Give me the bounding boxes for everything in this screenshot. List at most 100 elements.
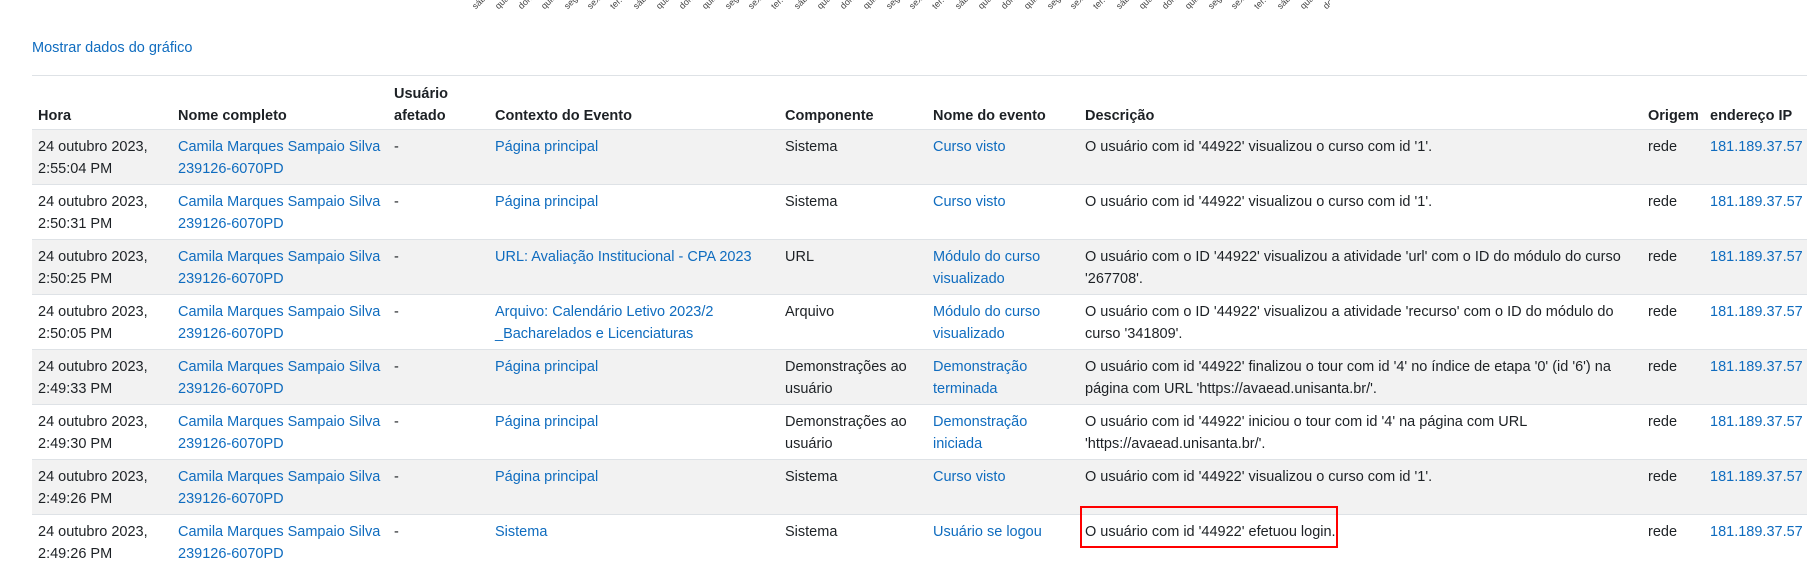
cell-nome-completo-link[interactable]: Camila Marques Sampaio Silva 239126-6070… bbox=[178, 139, 380, 177]
cell-hora: 24 outubro 2023, 2:50:31 PM bbox=[32, 184, 172, 240]
cell-nome-completo-link[interactable]: Camila Marques Sampaio Silva 239126-6070… bbox=[178, 524, 380, 562]
cell-ip-link[interactable]: 181.189.37.57 bbox=[1710, 139, 1803, 155]
axis-tick-label: seg. bbox=[723, 0, 743, 12]
cell-contexto-link[interactable]: Arquivo: Calendário Letivo 2023/2 _Bacha… bbox=[495, 304, 713, 342]
cell-hora: 24 outubro 2023, 2:55:04 PM bbox=[32, 129, 172, 185]
axis-tick-label: sáb. 2 bbox=[631, 0, 655, 11]
cell-descricao: O usuário com id '44922' finalizou o tou… bbox=[1079, 349, 1642, 405]
cell-usuario-afetado: - bbox=[388, 459, 489, 515]
cell-nome-completo-link[interactable]: Camila Marques Sampaio Silva 239126-6070… bbox=[178, 359, 380, 397]
header-contexto[interactable]: Contexto do Evento bbox=[489, 75, 779, 130]
cell-nome-evento-link[interactable]: Demonstração iniciada bbox=[933, 414, 1027, 452]
axis-tick-label: qua. bbox=[1298, 0, 1318, 12]
cell-contexto-link[interactable]: Página principal bbox=[495, 469, 598, 485]
header-nome-completo[interactable]: Nome completo bbox=[172, 75, 388, 130]
axis-tick-label: ter. 1 bbox=[930, 0, 952, 12]
cell-usuario-afetado: - bbox=[388, 404, 489, 460]
header-descricao[interactable]: Descrição bbox=[1079, 75, 1642, 130]
cell-nome-completo-link[interactable]: Camila Marques Sampaio Silva 239126-6070… bbox=[178, 469, 380, 507]
cell-nome-completo-link[interactable]: Camila Marques Sampaio Silva 239126-6070… bbox=[178, 194, 380, 232]
axis-tick-label: sáb. 2 bbox=[470, 0, 494, 11]
cell-ip-link[interactable]: 181.189.37.57 bbox=[1710, 469, 1803, 485]
cell-contexto-link[interactable]: Página principal bbox=[495, 139, 598, 155]
table-row: 24 outubro 2023, 2:50:05 PM Camila Marque… bbox=[32, 294, 1807, 350]
cell-ip-link[interactable]: 181.189.37.57 bbox=[1710, 414, 1803, 430]
cell-ip-link[interactable]: 181.189.37.57 bbox=[1710, 524, 1803, 540]
axis-tick-label: sex. 1 bbox=[907, 0, 931, 11]
cell-componente: Demonstrações ao usuário bbox=[779, 404, 927, 460]
cell-contexto-link[interactable]: Página principal bbox=[495, 194, 598, 210]
cell-contexto-link[interactable]: Página principal bbox=[495, 359, 598, 375]
axis-tick-label: sex. bbox=[746, 0, 765, 12]
header-hora[interactable]: Hora bbox=[32, 75, 172, 130]
axis-tick-label: qui. bbox=[539, 0, 557, 12]
cell-ip-cell: 181.189.37.57 bbox=[1704, 404, 1807, 460]
cell-nome-evento-link[interactable]: Módulo do curso visualizado bbox=[933, 249, 1040, 287]
cell-descricao: O usuário com o ID '44922' visualizou a … bbox=[1079, 294, 1642, 350]
cell-nome-evento-cell: Curso visto bbox=[927, 129, 1079, 185]
cell-origem: rede bbox=[1642, 404, 1704, 460]
cell-ip-cell: 181.189.37.57 bbox=[1704, 459, 1807, 515]
cell-usuario-afetado: - bbox=[388, 294, 489, 350]
cell-nome-evento-link[interactable]: Módulo do curso visualizado bbox=[933, 304, 1040, 342]
header-nome-evento[interactable]: Nome do evento bbox=[927, 75, 1079, 130]
axis-tick-label: seg. bbox=[884, 0, 904, 12]
cell-nome-completo-link[interactable]: Camila Marques Sampaio Silva 239126-6070… bbox=[178, 249, 380, 287]
cell-origem: rede bbox=[1642, 294, 1704, 350]
header-endereco-ip[interactable]: endereço IP bbox=[1704, 75, 1807, 130]
show-chart-data-link[interactable]: Mostrar dados do gráfico bbox=[32, 40, 192, 56]
cell-nome-completo-link[interactable]: Camila Marques Sampaio Silva 239126-6070… bbox=[178, 304, 380, 342]
axis-tick-label: dom. bbox=[1160, 0, 1182, 12]
cell-nome-evento-link[interactable]: Curso visto bbox=[933, 194, 1006, 210]
table-row: 24 outubro 2023, 2:50:25 PM Camila Marque… bbox=[32, 239, 1807, 295]
cell-ip-cell: 181.189.37.57 bbox=[1704, 239, 1807, 295]
cell-contexto-link[interactable]: Sistema bbox=[495, 524, 547, 540]
axis-tick-label: sáb. bbox=[1275, 0, 1295, 12]
axis-tick-label: seg. bbox=[562, 0, 582, 12]
header-componente[interactable]: Componente bbox=[779, 75, 927, 130]
cell-contexto-cell: URL: Avaliação Institucional - CPA 2023 bbox=[489, 239, 779, 295]
axis-tick-label: sex. bbox=[1068, 0, 1087, 12]
axis-tick-label: dom. bbox=[838, 0, 860, 12]
cell-hora: 24 outubro 2023, 2:50:25 PM bbox=[32, 239, 172, 295]
cell-nome-evento-link[interactable]: Usuário se logou bbox=[933, 524, 1042, 540]
cell-contexto-cell: Sistema bbox=[489, 514, 779, 570]
axis-tick-label: dom. 2 bbox=[999, 0, 1026, 11]
cell-nome-evento-link[interactable]: Demonstração terminada bbox=[933, 359, 1027, 397]
cell-ip-link[interactable]: 181.189.37.57 bbox=[1710, 359, 1803, 375]
cell-nome-completo-cell: Camila Marques Sampaio Silva 239126-6070… bbox=[172, 349, 388, 405]
cell-origem: rede bbox=[1642, 514, 1704, 570]
axis-tick-label: qua. 2 bbox=[654, 0, 679, 11]
cell-componente: Demonstrações ao usuário bbox=[779, 349, 927, 405]
cell-descricao: O usuário com id '44922' visualizou o cu… bbox=[1079, 459, 1642, 515]
cell-ip-link[interactable]: 181.189.37.57 bbox=[1710, 249, 1803, 265]
axis-tick-label: ter. bbox=[769, 0, 785, 12]
cell-nome-evento-link[interactable]: Curso visto bbox=[933, 469, 1006, 485]
cell-ip-link[interactable]: 181.189.37.57 bbox=[1710, 304, 1803, 320]
cell-componente: Sistema bbox=[779, 459, 927, 515]
cell-ip-cell: 181.189.37.57 bbox=[1704, 514, 1807, 570]
axis-tick-label: sex. bbox=[1229, 0, 1248, 12]
header-usuario-afetado[interactable]: Usuário afetado bbox=[388, 75, 489, 130]
cell-nome-evento-link[interactable]: Curso visto bbox=[933, 139, 1006, 155]
cell-contexto-link[interactable]: Página principal bbox=[495, 414, 598, 430]
cell-ip-link[interactable]: 181.189.37.57 bbox=[1710, 194, 1803, 210]
axis-tick-label: dom. bbox=[677, 0, 699, 12]
log-table: Hora Nome completo Usuário afetado Conte… bbox=[32, 75, 1807, 570]
cell-ip-cell: 181.189.37.57 bbox=[1704, 129, 1807, 185]
table-row: 24 outubro 2023, 2:50:31 PM Camila Marque… bbox=[32, 184, 1807, 240]
cell-nome-evento-cell: Módulo do curso visualizado bbox=[927, 239, 1079, 295]
cell-nome-completo-cell: Camila Marques Sampaio Silva 239126-6070… bbox=[172, 404, 388, 460]
axis-tick-label: sex. bbox=[585, 0, 604, 12]
cell-nome-completo-cell: Camila Marques Sampaio Silva 239126-6070… bbox=[172, 184, 388, 240]
axis-tick-label: dom. bbox=[516, 0, 538, 12]
cell-descricao: O usuário com id '44922' visualizou o cu… bbox=[1079, 129, 1642, 185]
cell-contexto-link[interactable]: URL: Avaliação Institucional - CPA 2023 bbox=[495, 249, 752, 265]
header-origem[interactable]: Origem bbox=[1642, 75, 1704, 130]
cell-usuario-afetado: - bbox=[388, 239, 489, 295]
axis-tick-label: qui. bbox=[700, 0, 718, 12]
cell-nome-completo-link[interactable]: Camila Marques Sampaio Silva 239126-6070… bbox=[178, 414, 380, 452]
table-header-row: Hora Nome completo Usuário afetado Conte… bbox=[32, 75, 1807, 130]
cell-ip-cell: 181.189.37.57 bbox=[1704, 184, 1807, 240]
cell-nome-completo-cell: Camila Marques Sampaio Silva 239126-6070… bbox=[172, 239, 388, 295]
